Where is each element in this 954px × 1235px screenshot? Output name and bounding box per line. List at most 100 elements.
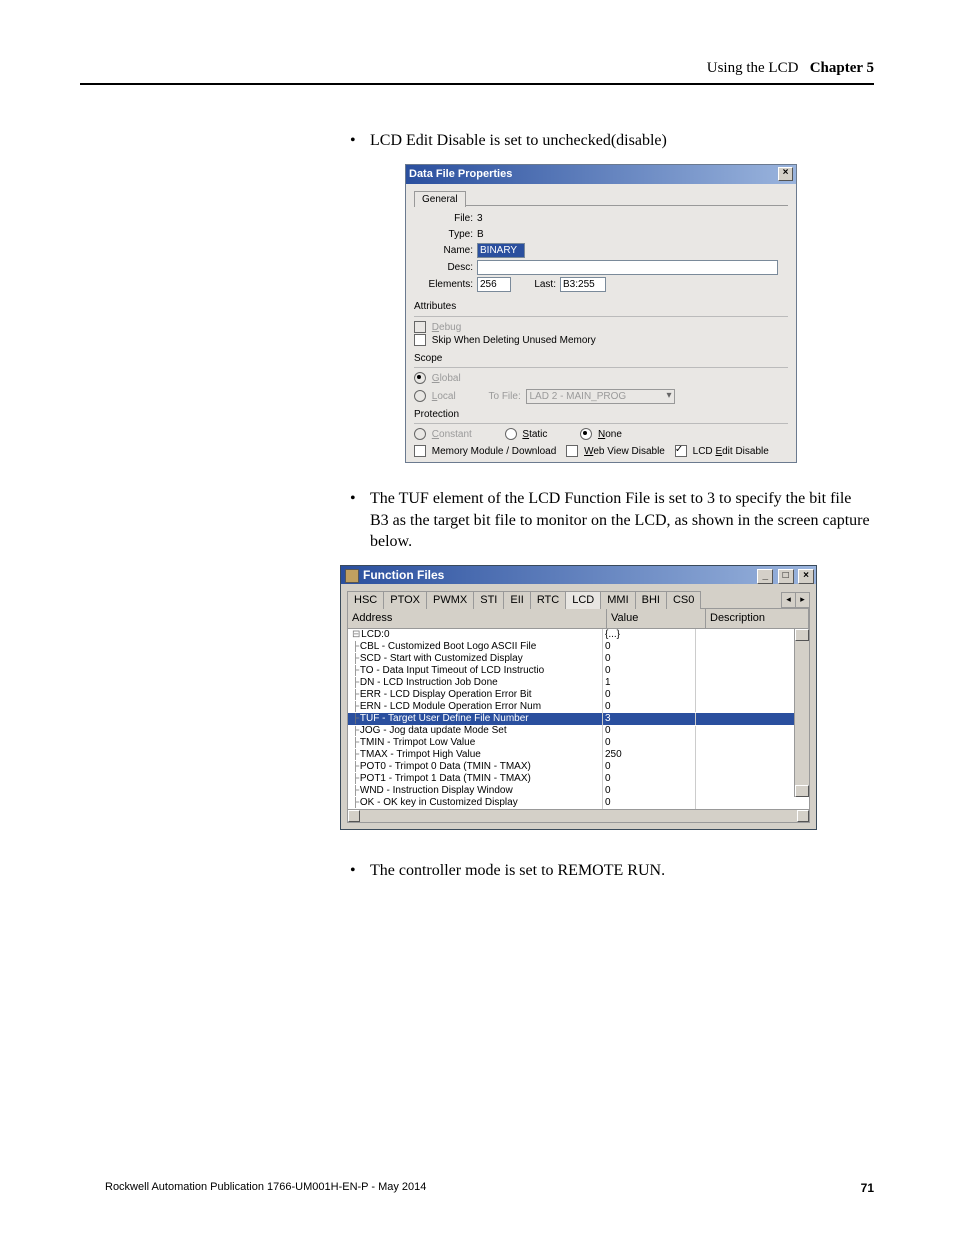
tab-eii[interactable]: EII	[503, 591, 530, 609]
window-titlebar: Function Files _ □ ×	[341, 566, 816, 584]
function-files-window: Function Files _ □ × HSCPTOXPWMXSTIEIIRT…	[340, 565, 817, 830]
file-label: File:	[418, 212, 477, 226]
window-title: Function Files	[363, 568, 444, 582]
type-value: B	[477, 228, 484, 242]
close-icon[interactable]: ×	[798, 569, 814, 584]
tab-cs0[interactable]: CS0	[666, 591, 701, 609]
tab-hsc[interactable]: HSC	[347, 591, 384, 609]
static-radio[interactable]	[505, 428, 517, 440]
name-label: Name:	[418, 244, 477, 258]
bullet-text: The controller mode is set to REMOTE RUN…	[370, 860, 874, 882]
web-view-label: Web View Disable	[584, 446, 665, 457]
table-row[interactable]: ├ WND - Instruction Display Window0	[348, 785, 809, 797]
tab-lcd[interactable]: LCD	[565, 591, 601, 609]
section-title: Using the LCD	[707, 60, 799, 76]
table-row[interactable]: ├ TO - Data Input Timeout of LCD Instruc…	[348, 665, 809, 677]
table-row[interactable]: ├ JOG - Jog data update Mode Set0	[348, 725, 809, 737]
file-value: 3	[477, 212, 483, 226]
app-icon	[345, 569, 359, 583]
lcd-edit-label: LCD Edit Disable	[693, 446, 769, 457]
grid-body: ⊟ LCD:0{...}├ CBL - Customized Boot Logo…	[348, 629, 809, 809]
tabstrip: HSCPTOXPWMXSTIEIIRTCLCDMMIBHICS0 ◂ ▸	[347, 590, 810, 608]
name-input[interactable]: BINARY	[477, 243, 525, 258]
table-row[interactable]: ├ OK - OK key in Customized Display0	[348, 797, 809, 809]
bullet-1: • LCD Edit Disable is set to unchecked(d…	[350, 130, 874, 152]
tab-bhi[interactable]: BHI	[635, 591, 667, 609]
tab-mmi[interactable]: MMI	[600, 591, 635, 609]
scroll-right-icon[interactable]	[797, 810, 809, 822]
col-address: Address	[348, 609, 607, 628]
col-value: Value	[607, 609, 706, 628]
global-label: Global	[432, 373, 461, 384]
elements-label: Elements:	[418, 278, 477, 292]
dialog-titlebar: Data File Properties ×	[406, 165, 796, 184]
memory-module-checkbox[interactable]	[414, 445, 426, 457]
scrollbar-vertical[interactable]	[794, 629, 809, 797]
global-radio	[414, 372, 426, 384]
table-row[interactable]: ├ DN - LCD Instruction Job Done1	[348, 677, 809, 689]
local-radio	[414, 390, 426, 402]
skip-checkbox[interactable]	[414, 334, 426, 346]
close-icon[interactable]: ×	[778, 167, 793, 181]
web-view-checkbox[interactable]	[566, 445, 578, 457]
bullet-2: • The TUF element of the LCD Function Fi…	[350, 488, 874, 553]
constant-radio	[414, 428, 426, 440]
bullet-text: The TUF element of the LCD Function File…	[370, 488, 874, 553]
scope-heading: Scope	[414, 352, 788, 366]
tofile-combo: LAD 2 - MAIN_PROG	[526, 389, 675, 404]
tab-sti[interactable]: STI	[473, 591, 504, 609]
minimize-icon[interactable]: _	[757, 569, 773, 584]
attributes-heading: Attributes	[414, 300, 788, 314]
table-row[interactable]: ├ ERN - LCD Module Operation Error Num0	[348, 701, 809, 713]
last-input[interactable]: B3:255	[560, 277, 606, 292]
bullet-marker: •	[350, 488, 370, 553]
table-row[interactable]: ├ TMAX - Trimpot High Value250	[348, 749, 809, 761]
memory-module-label: Memory Module / Download	[432, 446, 557, 457]
tab-rtc[interactable]: RTC	[530, 591, 566, 609]
constant-label: Constant	[432, 429, 472, 440]
bullet-text: LCD Edit Disable is set to unchecked(dis…	[370, 130, 874, 152]
debug-checkbox	[414, 321, 426, 333]
elements-input[interactable]: 256	[477, 277, 511, 292]
figure-function-files: Function Files _ □ × HSCPTOXPWMXSTIEIIRT…	[340, 565, 874, 830]
none-label: None	[598, 429, 622, 440]
desc-label: Desc:	[418, 261, 477, 275]
table-row[interactable]: ├ POT0 - Trimpot 0 Data (TMIN - TMAX)0	[348, 761, 809, 773]
grid-panel: Address Value Description ⊟ LCD:0{...}├ …	[347, 608, 810, 823]
table-row[interactable]: ⊟ LCD:0{...}	[348, 629, 809, 641]
table-row[interactable]: ├ ERR - LCD Display Operation Error Bit0	[348, 689, 809, 701]
static-label: Static	[522, 429, 547, 440]
page-header: Using the LCD Chapter 5	[80, 60, 874, 85]
tab-scroll-right-icon[interactable]: ▸	[795, 592, 810, 608]
tab-scroll: ◂ ▸	[782, 592, 810, 608]
table-row[interactable]: ├ CBL - Customized Boot Logo ASCII File0	[348, 641, 809, 653]
chapter-label: Chapter 5	[810, 60, 874, 76]
tab-general[interactable]: General	[414, 191, 466, 208]
page-footer: Rockwell Automation Publication 1766-UM0…	[105, 1181, 874, 1195]
bullet-3: • The controller mode is set to REMOTE R…	[350, 860, 874, 882]
table-row[interactable]: ├ TUF - Target User Define File Number3	[348, 713, 809, 725]
publication-info: Rockwell Automation Publication 1766-UM0…	[105, 1181, 426, 1195]
lcd-edit-checkbox[interactable]	[675, 445, 687, 457]
tab-pwmx[interactable]: PWMX	[426, 591, 474, 609]
debug-label: Debug	[432, 322, 461, 333]
desc-input[interactable]	[477, 260, 778, 275]
page-number: 71	[861, 1181, 874, 1195]
data-file-properties-dialog: Data File Properties × General File: 3 T…	[405, 164, 797, 464]
tofile-label: To File:	[488, 391, 520, 402]
tab-scroll-left-icon[interactable]: ◂	[781, 592, 796, 608]
figure-data-file-properties: Data File Properties × General File: 3 T…	[350, 164, 874, 464]
scrollbar-horizontal[interactable]	[348, 809, 809, 822]
dialog-title: Data File Properties	[409, 167, 512, 182]
bullet-marker: •	[350, 860, 370, 882]
col-description: Description	[706, 609, 809, 628]
maximize-icon[interactable]: □	[778, 569, 794, 584]
table-row[interactable]: ├ POT1 - Trimpot 1 Data (TMIN - TMAX)0	[348, 773, 809, 785]
type-label: Type:	[418, 228, 477, 242]
none-radio[interactable]	[580, 428, 592, 440]
table-row[interactable]: ├ TMIN - Trimpot Low Value0	[348, 737, 809, 749]
tab-ptox[interactable]: PTOX	[383, 591, 427, 609]
local-label: Local	[432, 391, 456, 402]
table-row[interactable]: ├ SCD - Start with Customized Display0	[348, 653, 809, 665]
scroll-left-icon[interactable]	[348, 810, 360, 822]
